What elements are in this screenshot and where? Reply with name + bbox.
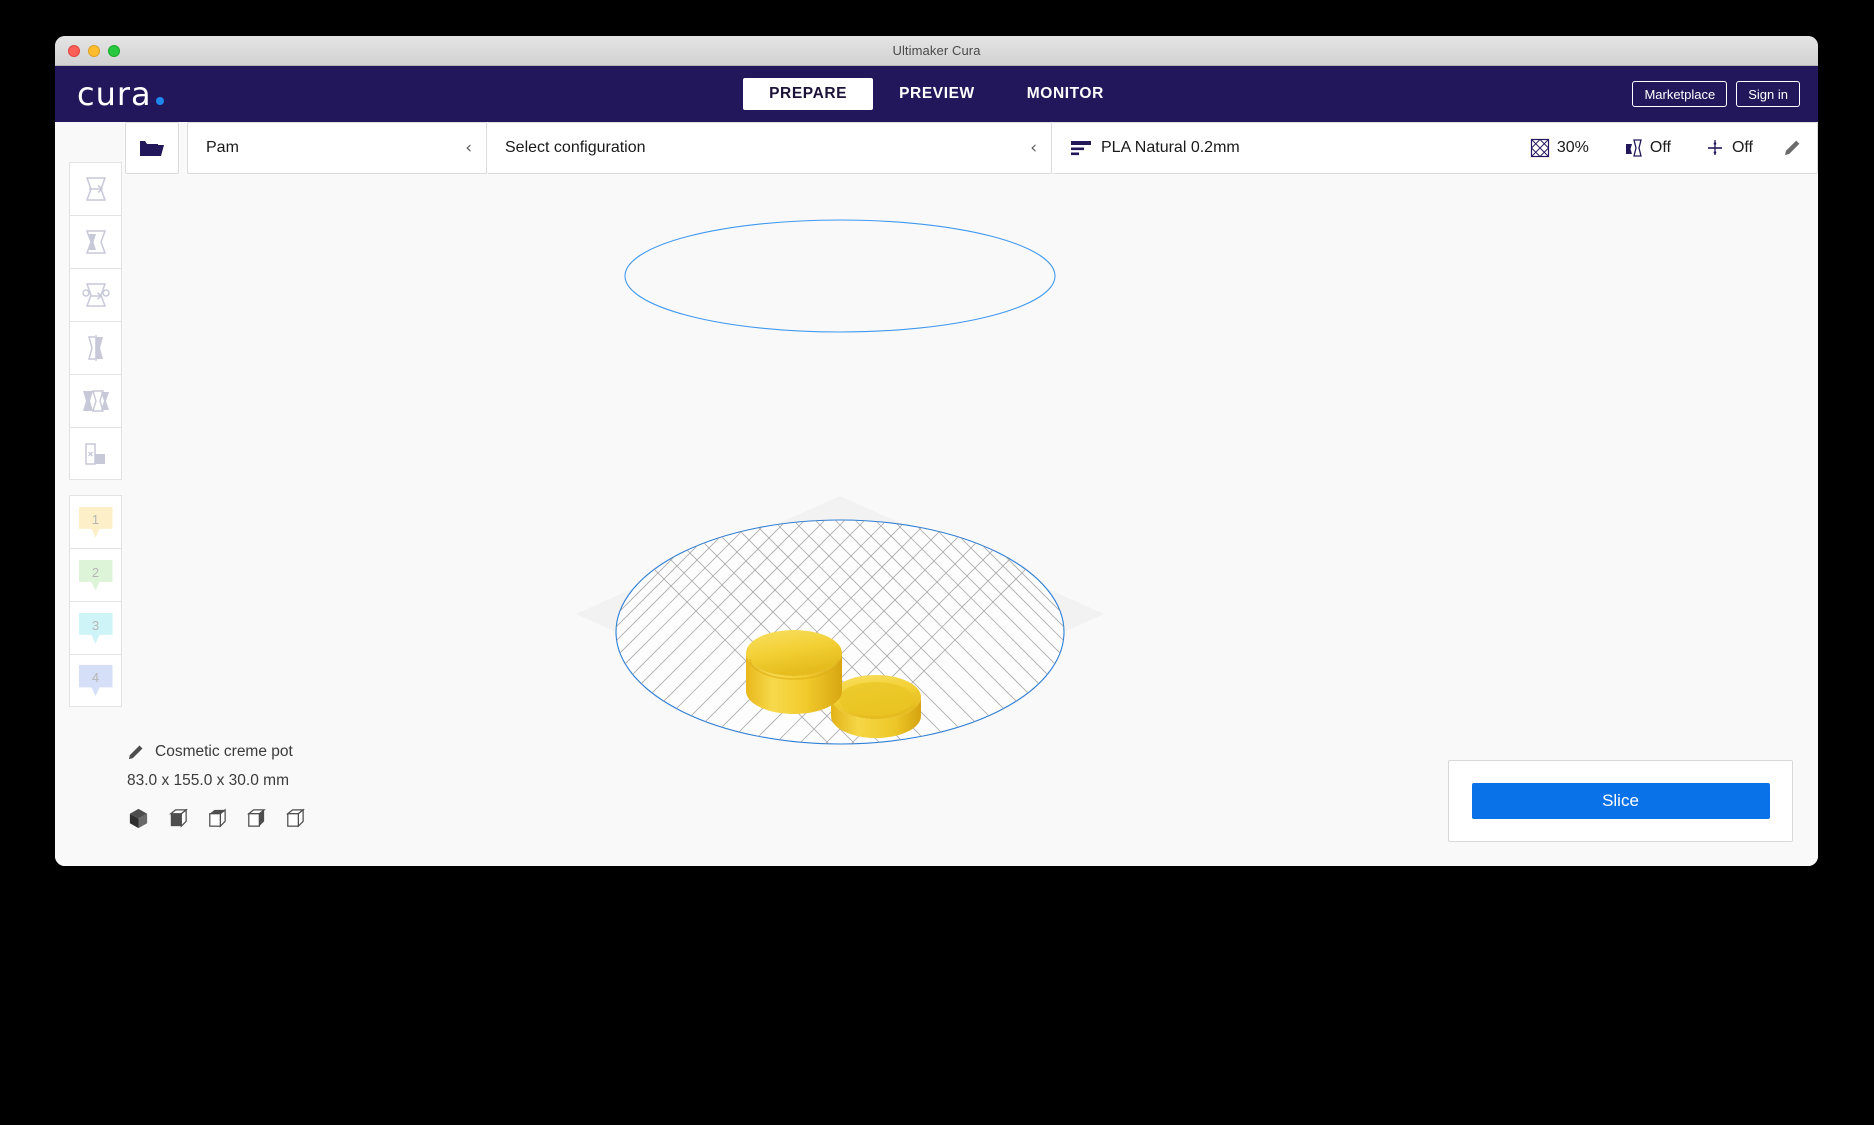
profile-name: PLA Natural 0.2mm (1101, 139, 1240, 156)
extruder-badge-3: 3 (78, 612, 113, 644)
chevron-left-icon: ‹ (1030, 137, 1037, 158)
3d-viewport[interactable] (55, 122, 1818, 866)
build-volume-outline (624, 219, 1056, 333)
mirror-tool[interactable] (69, 321, 122, 374)
pencil-icon[interactable] (127, 744, 144, 761)
support-setting[interactable]: Off (1623, 138, 1671, 158)
minimize-button[interactable] (88, 45, 100, 57)
open-folder-icon (140, 141, 164, 156)
cube-right-icon[interactable] (283, 807, 306, 830)
rotate-tool[interactable] (69, 268, 122, 321)
action-panel: Slice (1448, 760, 1793, 842)
scale-tool[interactable] (69, 215, 122, 268)
cube-top-icon[interactable] (205, 807, 228, 830)
build-plate-scene (576, 219, 1104, 745)
maximize-button[interactable] (108, 45, 120, 57)
extruder-selector: 1 2 3 4 (69, 495, 122, 707)
edit-settings-button[interactable] (1783, 139, 1801, 157)
infill-icon (1530, 138, 1549, 158)
support-icon (1625, 139, 1642, 157)
main-tabs: PREPARE PREVIEW MONITOR (55, 66, 1818, 122)
adhesion-value: Off (1731, 139, 1753, 156)
extruder-2[interactable]: 2 (69, 548, 122, 601)
tab-preview[interactable]: PREVIEW (873, 78, 1001, 110)
extruder-badge-4: 4 (78, 665, 113, 696)
scale-icon (85, 230, 106, 254)
configuration-bar: Pam ‹ Select configuration ‹ PLA Natural… (55, 122, 1818, 174)
model-name: Cosmetic creme pot (155, 743, 293, 760)
slice-button[interactable]: Slice (1471, 783, 1770, 819)
tab-prepare[interactable]: PREPARE (743, 78, 874, 110)
configuration-selector[interactable]: Select configuration ‹ (487, 122, 1052, 174)
extruder-4[interactable]: 4 (69, 654, 122, 707)
model-name-row: Cosmetic creme pot (127, 743, 306, 761)
open-file-button[interactable] (125, 122, 179, 174)
support-value: Off (1649, 139, 1671, 156)
window-controls (68, 36, 120, 66)
support-blocker-tool[interactable] (69, 427, 122, 480)
extruder-badge-2: 2 (78, 559, 113, 591)
move-icon (85, 177, 106, 201)
infill-value: 30% (1556, 139, 1589, 156)
cura-window: Ultimaker Cura cura PREPARE PREVIEW MONI… (55, 36, 1818, 866)
creme-pot-lid[interactable] (831, 675, 921, 738)
configuration-label: Select configuration (505, 139, 646, 156)
print-settings-selector[interactable]: PLA Natural 0.2mm 30% Off Off (1052, 122, 1818, 174)
per-model-settings-icon (82, 390, 109, 412)
cube-front-icon[interactable] (166, 807, 189, 830)
header-actions: Marketplace Sign in (1632, 81, 1800, 107)
creme-pot-base[interactable] (746, 630, 842, 714)
sign-in-button[interactable]: Sign in (1736, 81, 1800, 107)
close-button[interactable] (68, 45, 80, 57)
model-tools (69, 162, 122, 480)
rotate-icon (81, 283, 110, 307)
per-model-settings-tool[interactable] (69, 374, 122, 427)
pencil-icon (1785, 140, 1800, 155)
extruder-3[interactable]: 3 (69, 601, 122, 654)
cube-isometric-icon[interactable] (127, 807, 150, 830)
adhesion-icon (1707, 140, 1722, 155)
infill-setting[interactable]: 30% (1530, 138, 1589, 158)
marketplace-button[interactable]: Marketplace (1632, 81, 1728, 107)
model-dimensions: 83.0 x 155.0 x 30.0 mm (127, 772, 289, 789)
move-tool[interactable] (69, 162, 122, 215)
tab-monitor[interactable]: MONITOR (1001, 78, 1130, 110)
cube-left-icon[interactable] (244, 807, 267, 830)
window-title: Ultimaker Cura (892, 43, 981, 58)
screen: Ultimaker Cura cura PREPARE PREVIEW MONI… (0, 0, 1874, 1125)
model-info-panel: Cosmetic creme pot 83.0 x 155.0 x 30.0 m… (127, 743, 306, 830)
printer-selector[interactable]: Pam ‹ (187, 122, 487, 174)
view-orientation-controls (127, 807, 306, 830)
mirror-icon (87, 335, 103, 361)
support-blocker-icon (84, 442, 105, 465)
printer-name: Pam (206, 139, 239, 156)
layer-height-icon (1071, 141, 1091, 156)
chevron-left-icon: ‹ (465, 137, 472, 158)
window-titlebar: Ultimaker Cura (55, 36, 1818, 66)
extruder-1[interactable]: 1 (69, 495, 122, 548)
extruder-badge-1: 1 (78, 506, 113, 538)
adhesion-setting[interactable]: Off (1705, 138, 1753, 158)
app-header: cura PREPARE PREVIEW MONITOR Marketplace… (55, 66, 1818, 122)
